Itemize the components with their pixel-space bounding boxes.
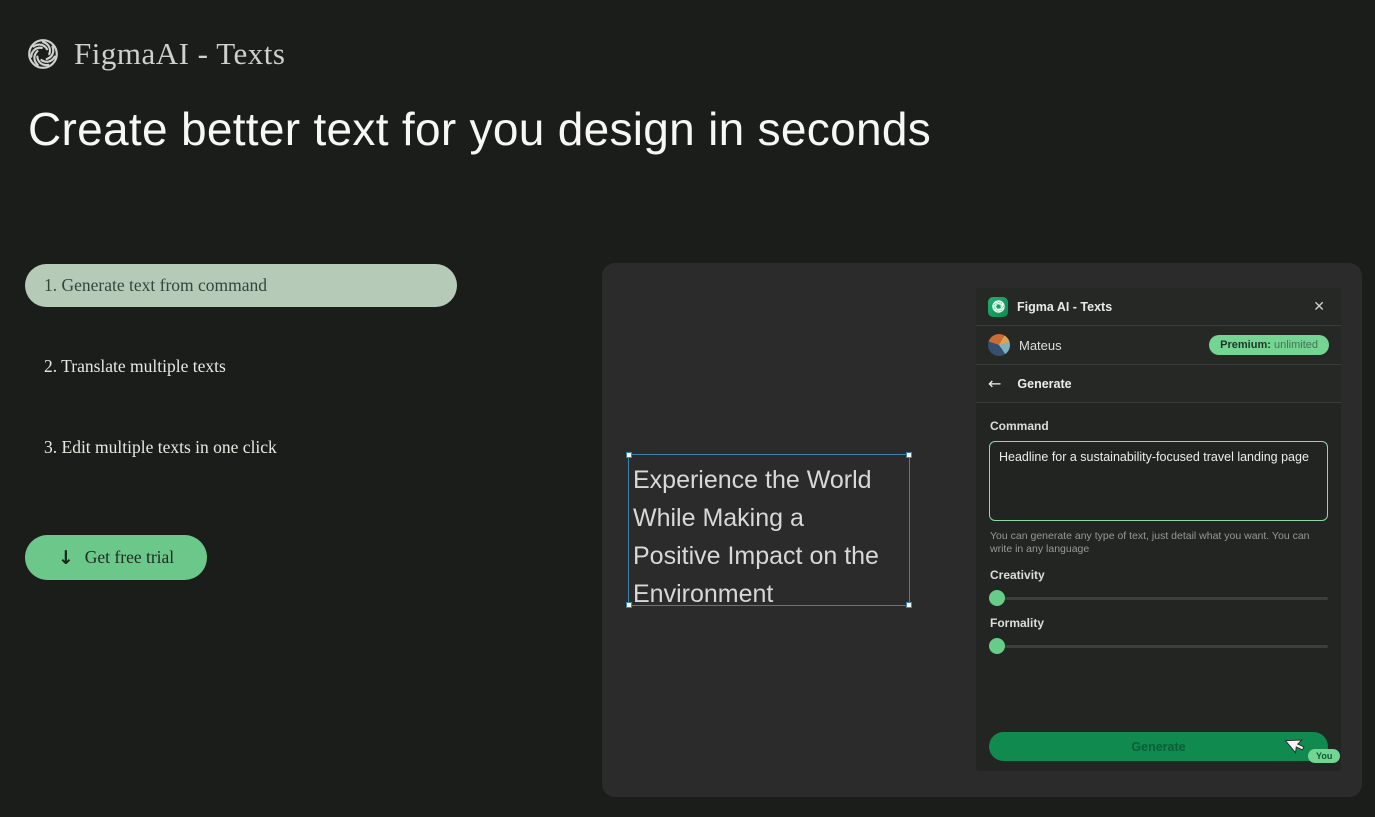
feature-item-label: 3. Edit multiple texts in one click xyxy=(44,437,277,457)
feature-item-translate[interactable]: 2. Translate multiple texts xyxy=(44,356,226,377)
feature-item-label: 2. Translate multiple texts xyxy=(44,356,226,376)
brand-header: FigmaAI - Texts xyxy=(26,36,285,72)
selection-handle[interactable] xyxy=(906,602,912,608)
user-name: Mateus xyxy=(1019,338,1200,353)
premium-badge-label: Premium: xyxy=(1220,339,1271,351)
slider-thumb[interactable] xyxy=(989,590,1005,606)
plugin-panel: Figma AI - Texts ✕ Mateus Premium: unlim… xyxy=(976,288,1341,771)
premium-badge: Premium: unlimited xyxy=(1209,335,1329,355)
slider-track[interactable] xyxy=(989,645,1328,648)
generate-button[interactable]: Generate xyxy=(989,732,1328,761)
slider-thumb[interactable] xyxy=(989,638,1005,654)
generate-button-label: Generate xyxy=(1131,740,1185,754)
page: FigmaAI - Texts Create better text for y… xyxy=(0,0,1375,817)
plugin-header: Figma AI - Texts ✕ xyxy=(976,288,1341,326)
feature-item-label: 1. Generate text from command xyxy=(44,275,267,296)
selection-handle[interactable] xyxy=(906,452,912,458)
selection-handle[interactable] xyxy=(626,452,632,458)
selection-handle[interactable] xyxy=(626,602,632,608)
swirl-logo-icon xyxy=(26,37,60,71)
command-label: Command xyxy=(990,419,1328,433)
brand-title: FigmaAI - Texts xyxy=(74,36,285,72)
page-title: Create better text for you design in sec… xyxy=(28,102,1228,156)
plugin-app-icon xyxy=(988,297,1008,317)
command-help-text: You can generate any type of text, just … xyxy=(990,530,1320,556)
plugin-nav-row: ← Generate xyxy=(976,365,1341,403)
get-free-trial-button[interactable]: ↓ Get free trial xyxy=(25,535,207,580)
close-icon[interactable]: ✕ xyxy=(1309,296,1329,317)
feature-item-generate[interactable]: 1. Generate text from command xyxy=(25,264,457,307)
canvas-text-line: While Making a xyxy=(633,499,909,537)
slider-track[interactable] xyxy=(989,597,1328,600)
premium-badge-value: unlimited xyxy=(1274,339,1318,351)
formality-slider[interactable] xyxy=(989,638,1328,654)
feature-item-edit[interactable]: 3. Edit multiple texts in one click xyxy=(44,437,277,458)
plugin-user-row: Mateus Premium: unlimited xyxy=(976,326,1341,365)
canvas-text-line: Environment xyxy=(633,575,909,613)
creativity-slider[interactable] xyxy=(989,590,1328,606)
creativity-label: Creativity xyxy=(990,568,1328,582)
back-arrow-icon[interactable]: ← xyxy=(988,374,1001,393)
command-input[interactable]: Headline for a sustainability-focused tr… xyxy=(989,441,1328,521)
formality-label: Formality xyxy=(990,616,1328,630)
nav-title: Generate xyxy=(1017,377,1071,391)
avatar xyxy=(988,334,1010,356)
preview-card: Experience the World While Making a Posi… xyxy=(602,263,1362,797)
canvas-text-line: Experience the World xyxy=(633,461,909,499)
canvas-text-line: Positive Impact on the xyxy=(633,537,909,575)
down-arrow-icon: ↓ xyxy=(58,547,74,569)
plugin-title: Figma AI - Texts xyxy=(1017,300,1300,314)
cta-label: Get free trial xyxy=(85,547,174,568)
canvas-selected-text[interactable]: Experience the World While Making a Posi… xyxy=(628,454,910,606)
plugin-body: Command Headline for a sustainability-fo… xyxy=(976,403,1341,654)
